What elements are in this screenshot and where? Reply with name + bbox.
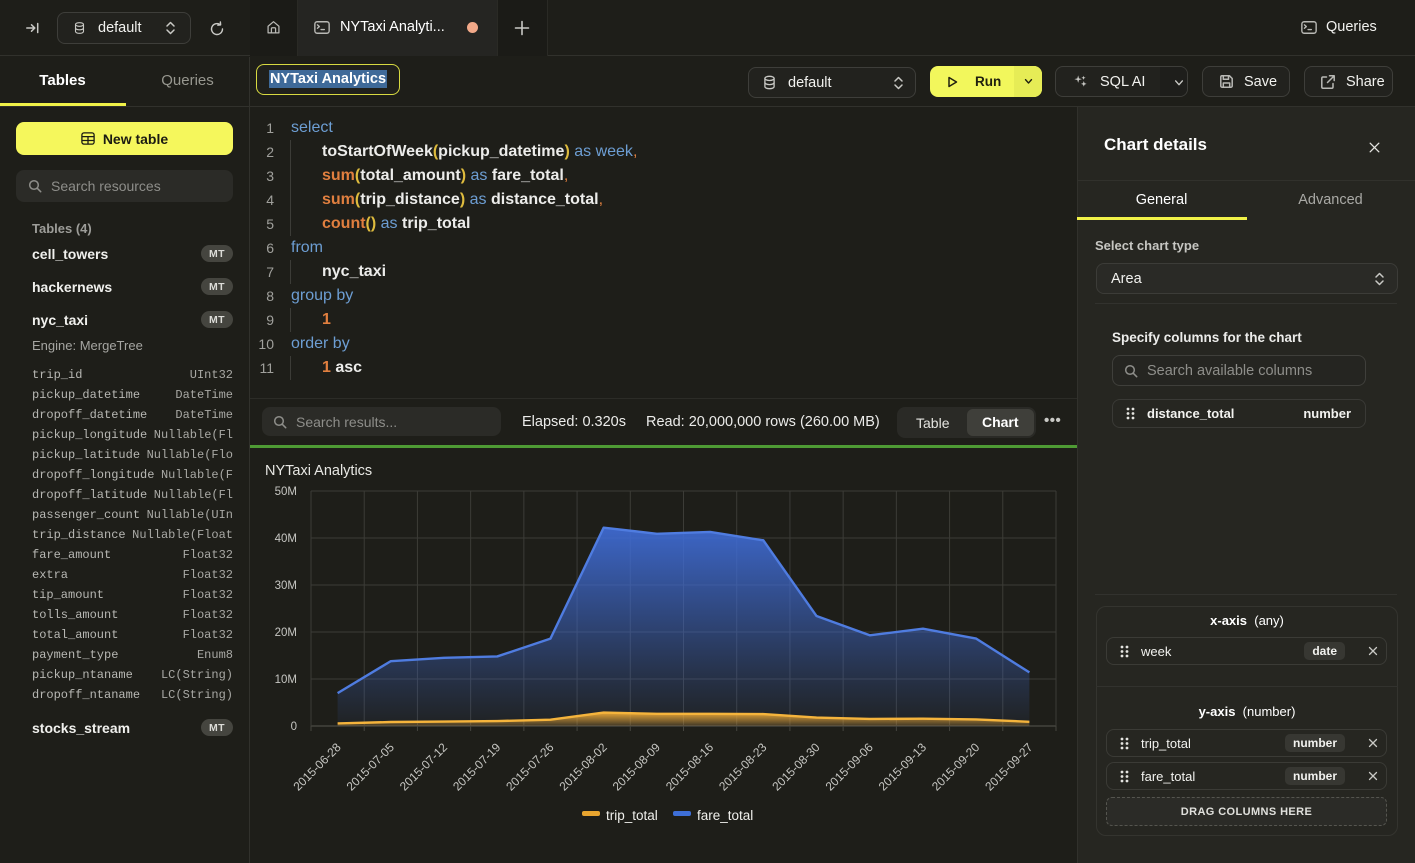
svg-text:2015-08-30: 2015-08-30 [769, 740, 823, 794]
svg-text:20M: 20M [275, 627, 297, 639]
svg-text:NYTaxi Analytics: NYTaxi Analytics [265, 463, 372, 479]
svg-text:2015-08-23: 2015-08-23 [716, 740, 770, 794]
svg-text:10M: 10M [275, 674, 297, 686]
svg-text:2015-08-09: 2015-08-09 [610, 740, 664, 794]
svg-text:2015-07-19: 2015-07-19 [450, 740, 504, 794]
svg-text:2015-09-13: 2015-09-13 [876, 740, 930, 794]
svg-text:fare_total: fare_total [697, 808, 753, 823]
svg-text:2015-06-28: 2015-06-28 [290, 740, 344, 794]
svg-text:2015-07-26: 2015-07-26 [503, 740, 557, 794]
svg-text:2015-09-27: 2015-09-27 [982, 740, 1036, 794]
svg-text:50M: 50M [275, 486, 297, 498]
svg-text:30M: 30M [275, 580, 297, 592]
svg-text:2015-08-16: 2015-08-16 [663, 740, 717, 794]
svg-text:trip_total: trip_total [606, 808, 658, 823]
svg-text:2015-07-12: 2015-07-12 [397, 740, 451, 794]
svg-text:2015-08-02: 2015-08-02 [556, 740, 610, 794]
svg-text:2015-09-20: 2015-09-20 [929, 740, 983, 794]
svg-text:2015-07-05: 2015-07-05 [344, 740, 398, 794]
svg-text:40M: 40M [275, 533, 297, 545]
svg-text:2015-09-06: 2015-09-06 [823, 740, 877, 794]
svg-text:0: 0 [291, 721, 297, 733]
